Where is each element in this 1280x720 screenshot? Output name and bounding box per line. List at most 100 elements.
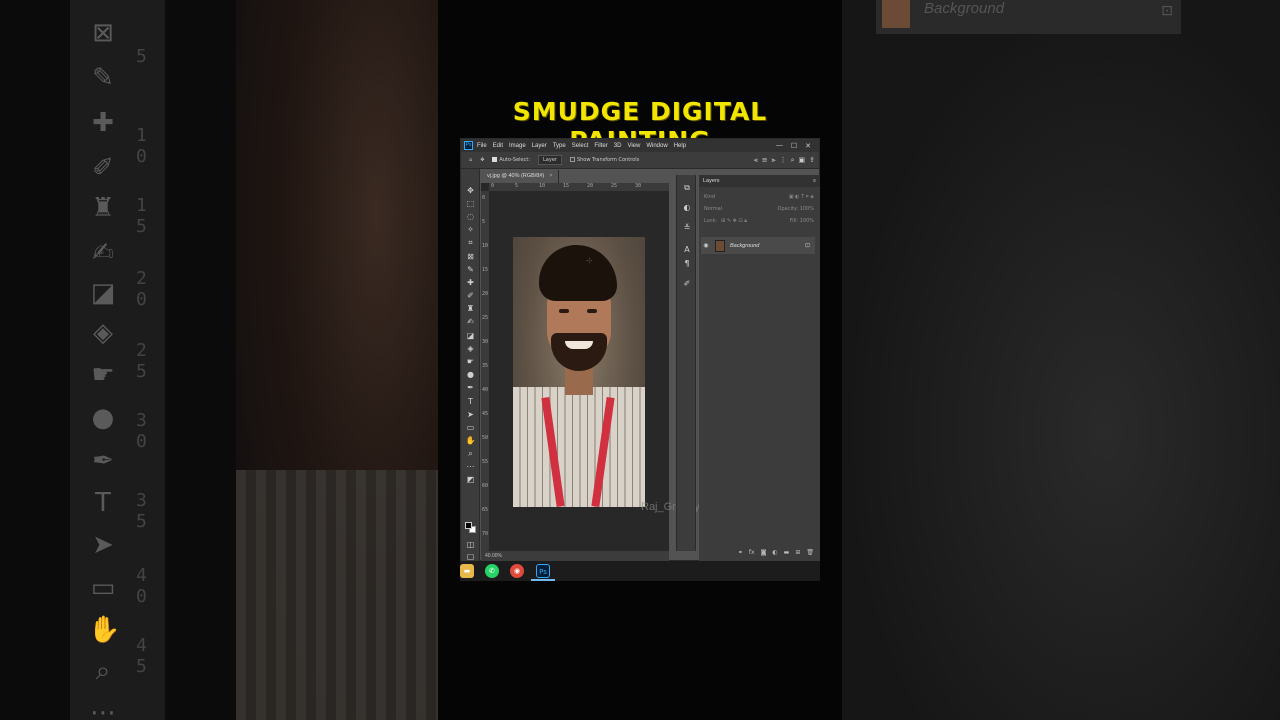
document-tab[interactable]: vj.jpg @ 40% (RGB/8#) × bbox=[481, 170, 560, 183]
ruler-label: 15 bbox=[563, 183, 570, 189]
dodge-tool-icon[interactable]: ● bbox=[464, 369, 477, 381]
new-layer-icon[interactable]: ⊞ bbox=[795, 549, 800, 559]
ps-logo-icon[interactable]: Ps bbox=[464, 141, 473, 150]
paint-bucket-icon[interactable]: ◈ bbox=[464, 343, 477, 355]
search-icon[interactable]: ⌕ bbox=[791, 156, 795, 165]
align-left-icon[interactable]: ⫷ bbox=[754, 156, 758, 165]
photoshop-taskbar-icon[interactable]: Ps bbox=[536, 564, 550, 578]
share-icon[interactable]: ⇪ bbox=[809, 156, 815, 165]
default-colors-icon[interactable]: ◩ bbox=[464, 474, 477, 486]
menu-window[interactable]: Window bbox=[646, 143, 667, 149]
new-group-icon[interactable]: ▬ bbox=[784, 549, 790, 559]
delete-layer-icon[interactable]: 🗑︎ bbox=[806, 549, 814, 559]
auto-select-checkbox[interactable] bbox=[492, 157, 498, 162]
align-right-icon[interactable]: ⫸ bbox=[772, 156, 776, 165]
horizontal-ruler[interactable]: 0 5 10 15 20 25 30 bbox=[489, 183, 669, 191]
canvas-image[interactable] bbox=[513, 237, 645, 507]
menu-select[interactable]: Select bbox=[572, 143, 589, 149]
ruler-label: 50 bbox=[482, 435, 489, 441]
visibility-eye-icon[interactable]: ◉ bbox=[701, 242, 711, 249]
layers-footer: ⚭ fx ◙ ◐ ▬ ⊞ 🗑︎ bbox=[699, 549, 820, 559]
lasso-tool-icon[interactable]: ◌ bbox=[464, 211, 477, 223]
path-select-icon[interactable]: ➤ bbox=[464, 409, 477, 421]
brush-icon: ✐ bbox=[92, 153, 114, 183]
history-panel-icon[interactable]: ⧉ bbox=[682, 183, 692, 195]
distribute-icon[interactable]: ⋮ bbox=[780, 156, 787, 165]
panel-menu-icon[interactable]: ≡ bbox=[813, 175, 816, 187]
close-tab-icon[interactable]: × bbox=[549, 173, 552, 179]
tab-layers[interactable]: Layers bbox=[703, 178, 720, 184]
watermark: Raj_Graphy_ bbox=[641, 501, 706, 513]
eyedropper-icon[interactable]: ✎ bbox=[464, 264, 477, 276]
magic-wand-icon[interactable]: ✧ bbox=[464, 224, 477, 236]
layer-lock-icon[interactable]: ⊡ bbox=[805, 242, 810, 249]
type-tool-icon[interactable]: T bbox=[464, 396, 477, 408]
zoom-tool-icon[interactable]: ⌕ bbox=[464, 448, 477, 460]
brush-settings-icon[interactable]: ✐ bbox=[682, 279, 692, 291]
layer-row-background[interactable]: ◉ Background ⊡ bbox=[701, 237, 815, 254]
vertical-ruler[interactable]: 0 5 10 15 20 25 30 35 40 45 50 55 60 65 … bbox=[481, 191, 489, 551]
auto-select-dropdown[interactable]: Layer bbox=[538, 155, 562, 165]
ruler-label: 0 bbox=[482, 195, 486, 201]
adjustment-layer-icon[interactable]: ◐ bbox=[772, 549, 777, 559]
close-button[interactable]: ✕ bbox=[805, 142, 811, 150]
ruler-label: 60 bbox=[482, 483, 489, 489]
filter-icons[interactable]: ▣ ◐ T ⌗ ◈ bbox=[789, 194, 820, 200]
home-icon[interactable]: ⌂ bbox=[469, 157, 472, 163]
workspace-icon[interactable]: ▣ bbox=[799, 156, 806, 165]
healing-brush-icon[interactable]: ✚ bbox=[464, 277, 477, 289]
more-tools-icon[interactable]: ⋯ bbox=[464, 461, 477, 473]
quick-mask-icon[interactable]: ◫ bbox=[464, 539, 477, 551]
frame-tool-icon[interactable]: ⊠ bbox=[464, 251, 477, 263]
chrome-icon[interactable]: ◉ bbox=[510, 564, 524, 578]
menu-image[interactable]: Image bbox=[509, 143, 526, 149]
link-layers-icon[interactable]: ⚭ bbox=[738, 549, 743, 559]
align-center-icon[interactable]: ≡ bbox=[762, 156, 768, 165]
fill-field[interactable]: 100% bbox=[800, 218, 814, 224]
minimize-button[interactable]: — bbox=[776, 142, 783, 150]
move-tool-icon[interactable]: ✥ bbox=[480, 157, 484, 163]
foreground-color-swatch[interactable] bbox=[465, 522, 472, 529]
menu-edit[interactable]: Edit bbox=[493, 143, 503, 149]
ruler-mark: 25 bbox=[136, 340, 147, 382]
add-mask-icon[interactable]: ◙ bbox=[761, 549, 767, 559]
transform-checkbox[interactable] bbox=[569, 157, 575, 162]
brush-tool-icon[interactable]: ✐ bbox=[464, 290, 477, 302]
move-tool-icon[interactable]: ✥ bbox=[464, 185, 477, 197]
filter-kind-dropdown[interactable]: Kind bbox=[704, 194, 715, 200]
maximize-button[interactable]: ☐ bbox=[791, 142, 797, 150]
menu-layer[interactable]: Layer bbox=[532, 143, 547, 149]
stamp-tool-icon[interactable]: ♜ bbox=[464, 303, 477, 315]
pen-tool-icon[interactable]: ✒ bbox=[464, 382, 477, 394]
menu-type[interactable]: Type bbox=[553, 143, 566, 149]
menu-view[interactable]: View bbox=[627, 143, 640, 149]
menu-file[interactable]: File bbox=[477, 143, 487, 149]
file-explorer-icon[interactable]: ▬ bbox=[460, 564, 474, 578]
adjustments-panel-icon[interactable]: ◐ bbox=[682, 203, 692, 215]
crop-tool-icon[interactable]: ⌗ bbox=[464, 237, 477, 249]
blend-mode-dropdown[interactable]: Normal bbox=[704, 206, 722, 212]
marquee-tool-icon[interactable]: ⬚ bbox=[464, 198, 477, 210]
properties-panel-icon[interactable]: ≚ bbox=[682, 223, 692, 235]
history-brush-icon[interactable]: ✍ bbox=[464, 316, 477, 328]
fx-icon[interactable]: fx bbox=[749, 549, 755, 559]
paint-bucket-icon: ◈ bbox=[93, 318, 113, 348]
zoom-level[interactable]: 40.00% bbox=[485, 553, 502, 559]
auto-select-group: Auto-Select: bbox=[492, 157, 530, 163]
eraser-tool-icon[interactable]: ◪ bbox=[464, 330, 477, 342]
opacity-field[interactable]: 100% bbox=[800, 206, 814, 212]
character-panel-icon[interactable]: A bbox=[682, 245, 692, 257]
whatsapp-icon[interactable]: ✆ bbox=[485, 564, 499, 578]
opacity-label: Opacity: bbox=[777, 206, 799, 212]
ruler-label: 30 bbox=[482, 339, 489, 345]
menu-help[interactable]: Help bbox=[674, 143, 686, 149]
menu-3d[interactable]: 3D bbox=[614, 143, 622, 149]
menu-filter[interactable]: Filter bbox=[594, 143, 607, 149]
lock-icons[interactable]: ⊞ ✎ ✥ ⊡ 🔒︎ bbox=[721, 218, 747, 224]
hand-tool-icon[interactable]: ✋ bbox=[464, 435, 477, 447]
blurred-ruler: 5 10 15 20 25 30 35 40 45 bbox=[130, 0, 160, 720]
rectangle-tool-icon[interactable]: ▭ bbox=[464, 422, 477, 434]
ruler-label: 35 bbox=[482, 363, 489, 369]
paragraph-panel-icon[interactable]: ¶ bbox=[682, 259, 692, 271]
smudge-tool-icon[interactable]: ☛ bbox=[464, 356, 477, 368]
